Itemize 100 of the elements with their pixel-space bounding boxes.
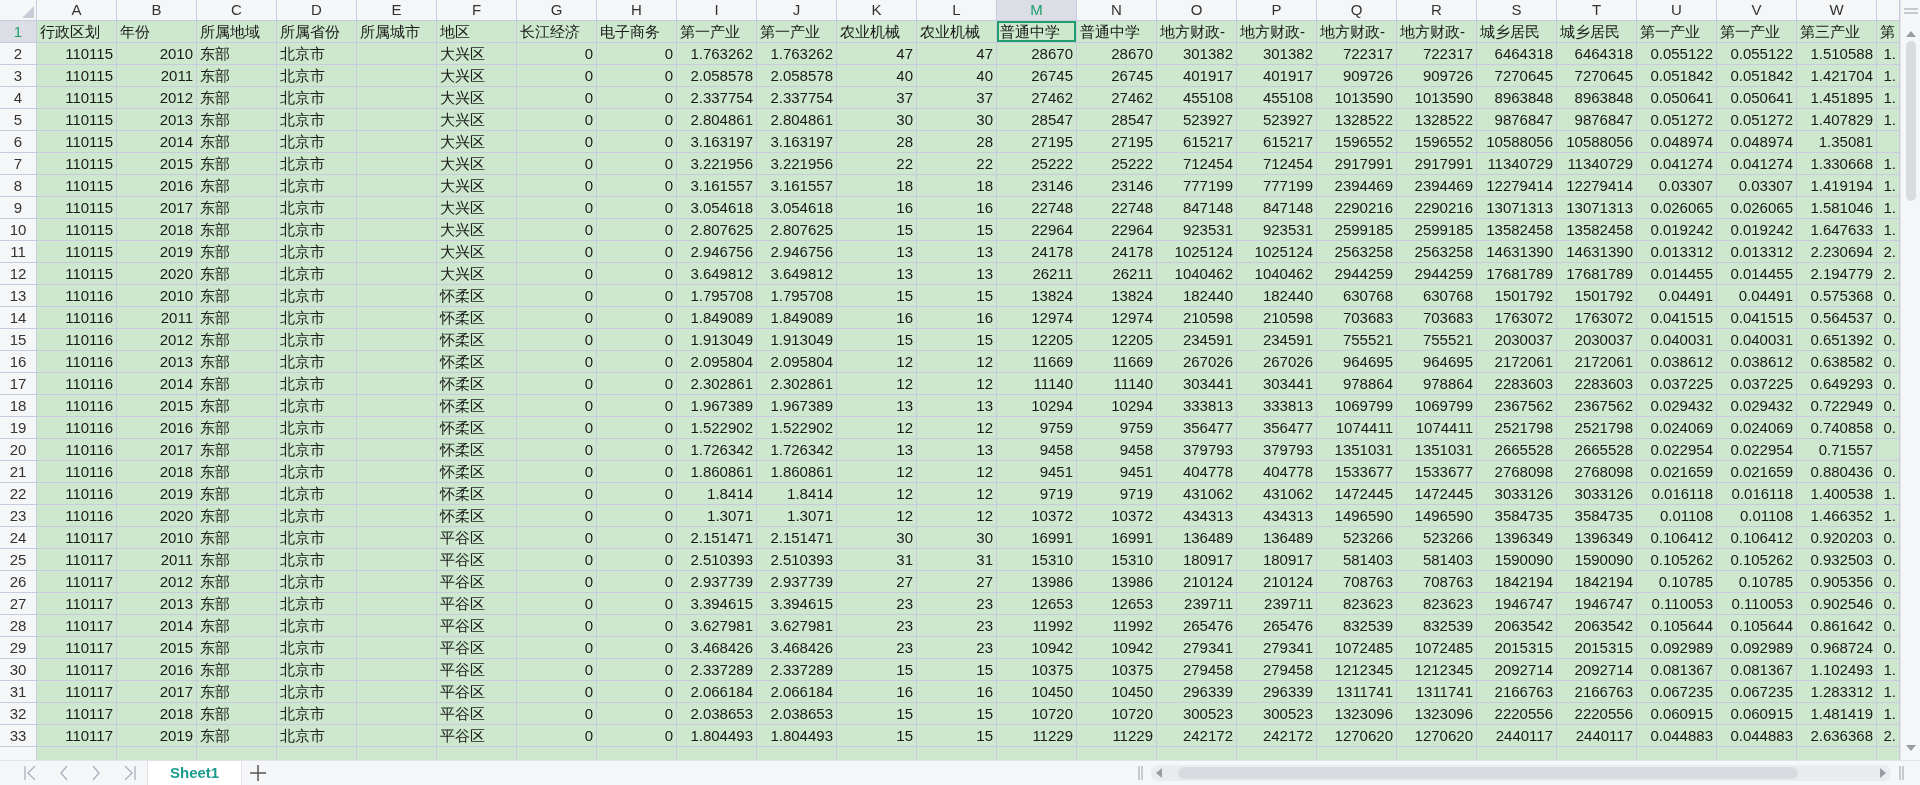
table-cell[interactable]: 大兴区: [437, 241, 517, 263]
table-cell[interactable]: 2014: [117, 131, 197, 153]
table-cell[interactable]: 1.8414: [677, 483, 757, 505]
row-header[interactable]: 29: [0, 637, 37, 659]
table-cell[interactable]: 东部: [197, 131, 277, 153]
table-cell[interactable]: 3.161557: [677, 175, 757, 197]
row-header[interactable]: 15: [0, 329, 37, 351]
row-header[interactable]: [0, 747, 37, 760]
table-cell[interactable]: 12: [917, 373, 997, 395]
table-cell[interactable]: 北京市: [277, 395, 357, 417]
table-cell[interactable]: 2010: [117, 527, 197, 549]
table-cell[interactable]: 0.014455: [1637, 263, 1717, 285]
table-cell[interactable]: 0: [517, 87, 597, 109]
table-cell[interactable]: 110116: [37, 439, 117, 461]
table-cell[interactable]: 1.913049: [757, 329, 837, 351]
table-cell[interactable]: 110116: [37, 505, 117, 527]
table-cell[interactable]: 0.060915: [1637, 703, 1717, 725]
table-cell[interactable]: 15: [837, 329, 917, 351]
table-cell[interactable]: 722317: [1397, 43, 1477, 65]
table-cell[interactable]: 北京市: [277, 131, 357, 153]
table-cell[interactable]: 怀柔区: [437, 417, 517, 439]
table-cell[interactable]: 北京市: [277, 571, 357, 593]
table-cell[interactable]: 110117: [37, 615, 117, 637]
table-cell[interactable]: 0: [597, 549, 677, 571]
table-cell[interactable]: 30: [917, 109, 997, 131]
table-cell[interactable]: 北京市: [277, 483, 357, 505]
table-cell[interactable]: 0.: [1877, 615, 1900, 637]
table-cell[interactable]: 0: [517, 681, 597, 703]
table-cell[interactable]: 7270645: [1557, 65, 1637, 87]
row-header[interactable]: 17: [0, 373, 37, 395]
table-cell[interactable]: 0.10785: [1637, 571, 1717, 593]
table-cell[interactable]: 279458: [1157, 659, 1237, 681]
table-cell[interactable]: 北京市: [277, 637, 357, 659]
table-cell[interactable]: 0: [597, 43, 677, 65]
table-cell[interactable]: 0.106412: [1637, 527, 1717, 549]
table-cell[interactable]: 2.: [1877, 263, 1900, 285]
row-header[interactable]: 16: [0, 351, 37, 373]
table-cell[interactable]: 401917: [1157, 65, 1237, 87]
table-cell[interactable]: 东部: [197, 417, 277, 439]
table-cell[interactable]: 北京市: [277, 373, 357, 395]
table-cell[interactable]: 0.092989: [1637, 637, 1717, 659]
table-cell[interactable]: 东部: [197, 65, 277, 87]
table-cell[interactable]: 11992: [997, 615, 1077, 637]
table-cell[interactable]: 13582458: [1557, 219, 1637, 241]
table-cell[interactable]: 210598: [1237, 307, 1317, 329]
row-header[interactable]: 25: [0, 549, 37, 571]
table-cell[interactable]: 东部: [197, 659, 277, 681]
table-cell[interactable]: 180917: [1237, 549, 1317, 571]
table-cell[interactable]: 2030037: [1477, 329, 1557, 351]
table-cell[interactable]: 12653: [997, 593, 1077, 615]
scroll-left-icon[interactable]: [1155, 768, 1162, 778]
table-cell[interactable]: 300523: [1157, 703, 1237, 725]
table-cell[interactable]: 1040462: [1237, 263, 1317, 285]
table-cell[interactable]: 1.849089: [677, 307, 757, 329]
table-cell[interactable]: 630768: [1317, 285, 1397, 307]
table-cell[interactable]: 303441: [1157, 373, 1237, 395]
table-cell[interactable]: 0.04491: [1637, 285, 1717, 307]
table-cell[interactable]: 14631390: [1477, 241, 1557, 263]
table-cell[interactable]: 0.861642: [1797, 615, 1877, 637]
table-cell[interactable]: 110115: [37, 65, 117, 87]
table-cell[interactable]: 2.302861: [757, 373, 837, 395]
table-cell[interactable]: 0.105644: [1637, 615, 1717, 637]
table-cell[interactable]: 26745: [997, 65, 1077, 87]
table-cell[interactable]: 2166763: [1477, 681, 1557, 703]
table-cell[interactable]: 2.230694: [1797, 241, 1877, 263]
table-cell[interactable]: 2283603: [1477, 373, 1557, 395]
table-cell[interactable]: 110116: [37, 417, 117, 439]
table-cell[interactable]: 北京市: [277, 505, 357, 527]
table-cell[interactable]: 9719: [1077, 483, 1157, 505]
column-title[interactable]: 地方财政-: [1157, 21, 1237, 43]
table-cell[interactable]: 404778: [1157, 461, 1237, 483]
table-cell[interactable]: 301382: [1237, 43, 1317, 65]
table-cell[interactable]: 1.466352: [1797, 505, 1877, 527]
table-cell[interactable]: 0.067235: [1637, 681, 1717, 703]
table-cell[interactable]: 北京市: [277, 65, 357, 87]
table-cell[interactable]: 2018: [117, 219, 197, 241]
table-cell[interactable]: 2166763: [1557, 681, 1637, 703]
select-all-icon[interactable]: [22, 6, 34, 18]
table-cell[interactable]: 15310: [1077, 549, 1157, 571]
table-cell[interactable]: 1.795708: [677, 285, 757, 307]
table-cell[interactable]: 23: [837, 593, 917, 615]
column-title[interactable]: 第一产业: [1637, 21, 1717, 43]
table-cell[interactable]: 16991: [1077, 527, 1157, 549]
table-cell[interactable]: 东部: [197, 549, 277, 571]
table-cell[interactable]: 22964: [1077, 219, 1157, 241]
table-cell[interactable]: 10942: [997, 637, 1077, 659]
table-cell[interactable]: 2030037: [1557, 329, 1637, 351]
table-cell[interactable]: 267026: [1157, 351, 1237, 373]
table-cell[interactable]: 265476: [1237, 615, 1317, 637]
table-cell[interactable]: 40: [837, 65, 917, 87]
table-cell[interactable]: 1.: [1877, 505, 1900, 527]
table-cell[interactable]: 0.019242: [1717, 219, 1797, 241]
table-cell[interactable]: 2014: [117, 615, 197, 637]
table-cell[interactable]: 431062: [1157, 483, 1237, 505]
table-cell[interactable]: 0.: [1877, 637, 1900, 659]
table-cell[interactable]: 110117: [37, 637, 117, 659]
table-cell[interactable]: 0.016118: [1717, 483, 1797, 505]
table-cell[interactable]: 180917: [1157, 549, 1237, 571]
table-cell[interactable]: 0.041274: [1717, 153, 1797, 175]
row-header[interactable]: 18: [0, 395, 37, 417]
